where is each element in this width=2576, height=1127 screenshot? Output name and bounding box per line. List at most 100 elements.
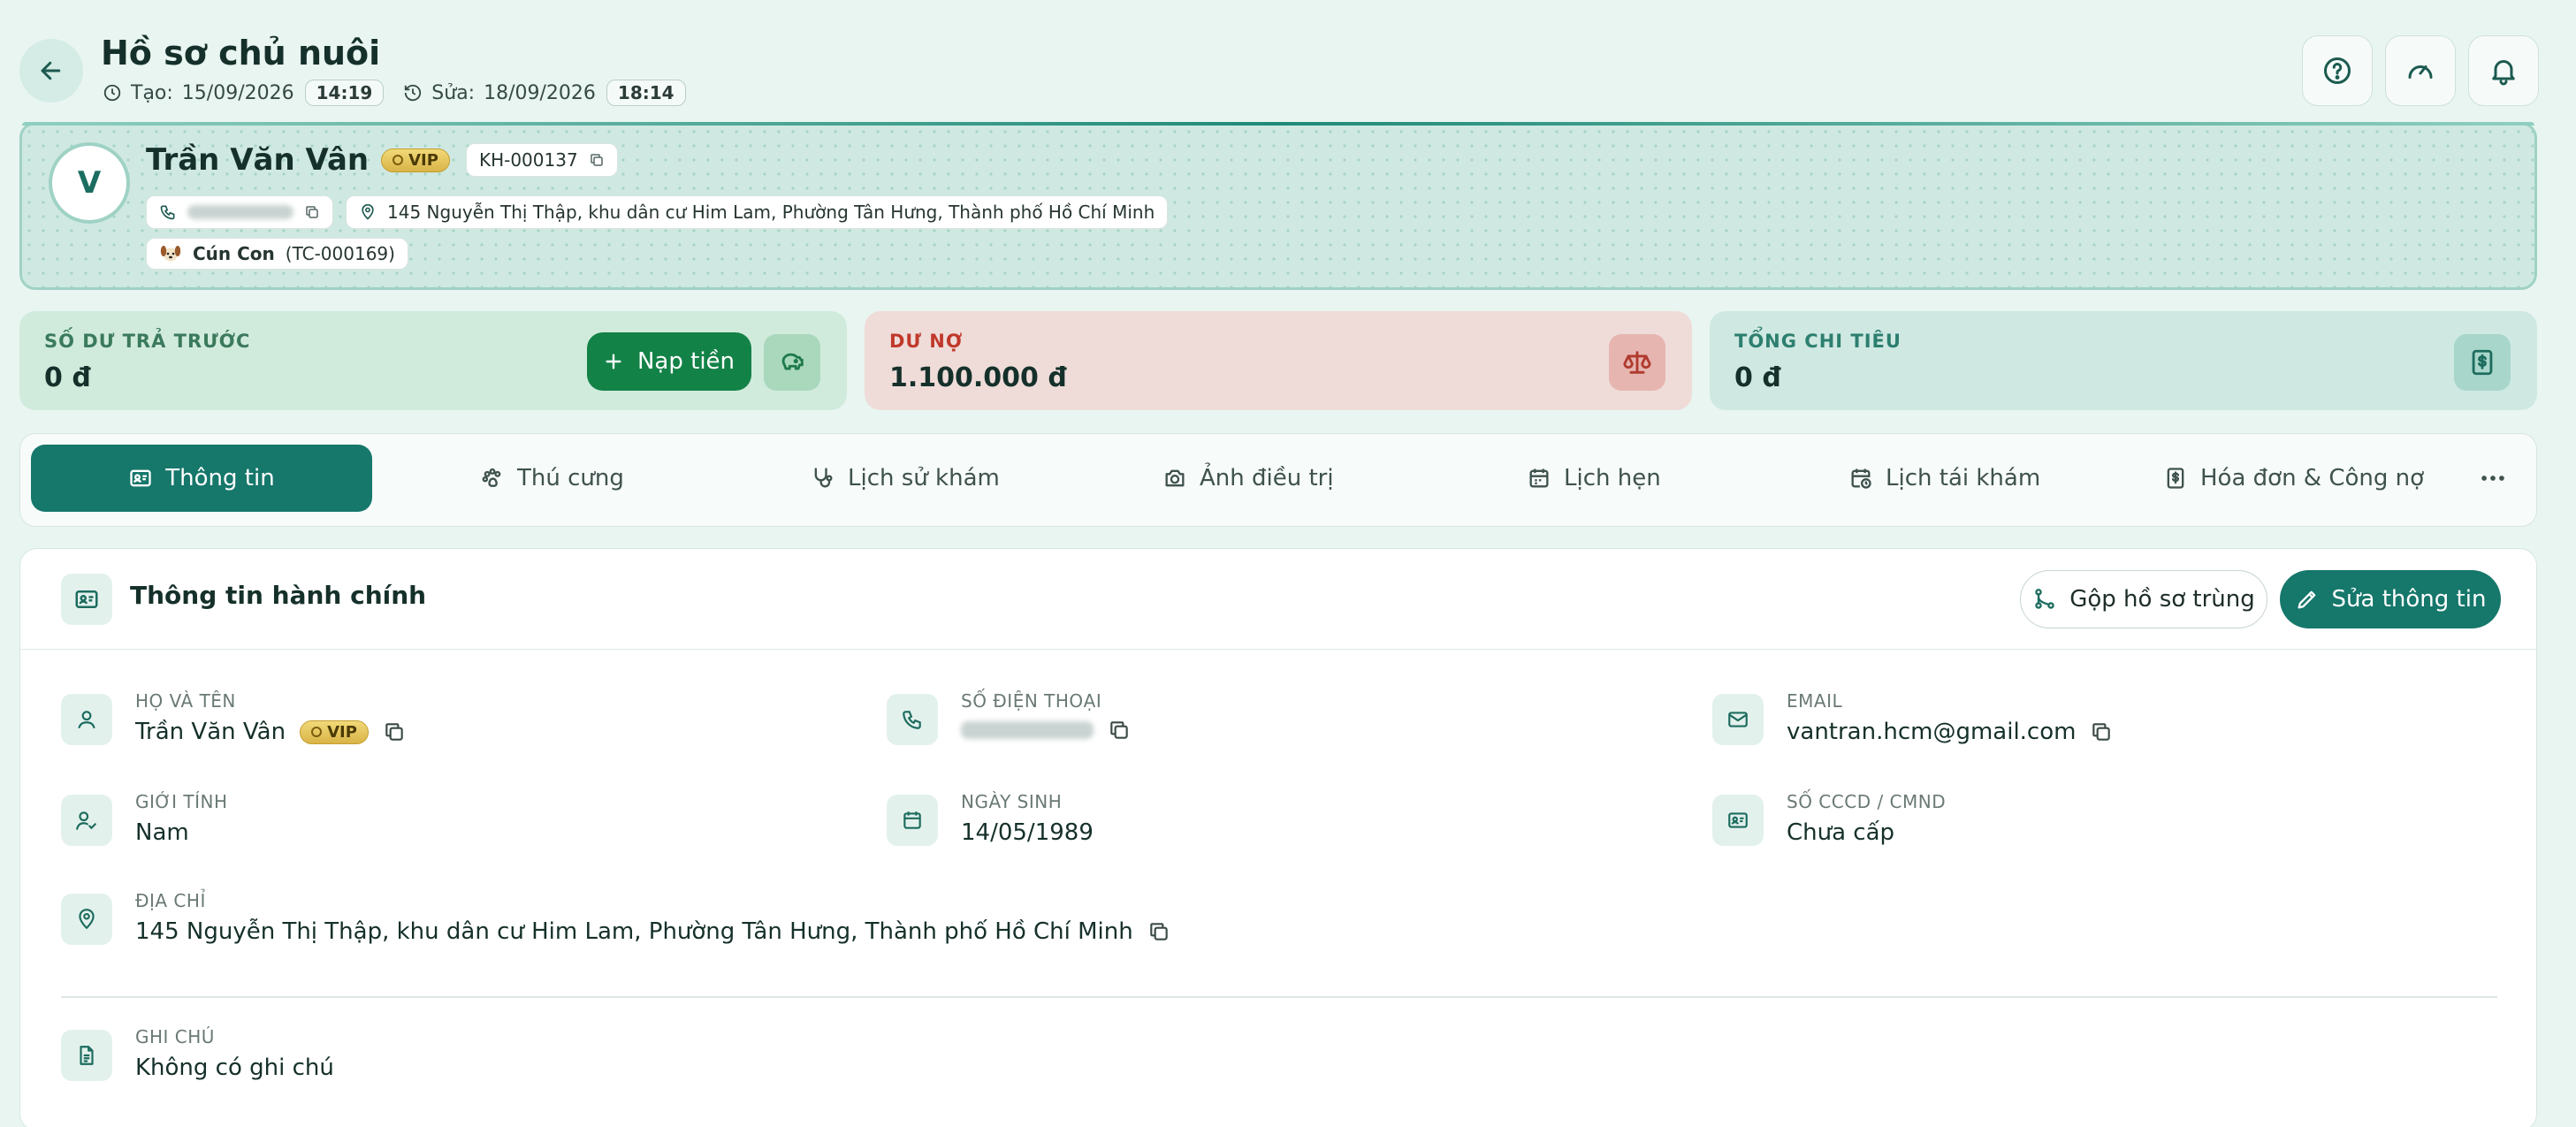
pet-name: Cún Con	[193, 243, 275, 264]
phone-chip	[146, 195, 333, 229]
address-text: 145 Nguyễn Thị Thập, khu dân cư Him Lam,…	[387, 202, 1155, 223]
calendar-icon	[1529, 468, 1549, 488]
pet-chip[interactable]: Cún Con (TC-000169)	[146, 238, 408, 270]
birthday-value: 14/05/1989	[961, 819, 1094, 846]
tab-treatment-photos[interactable]: Ảnh điều trị	[1162, 445, 1334, 512]
map-pin-icon	[61, 894, 112, 945]
debt-card: DƯ NỢ 1.100.000 đ	[865, 311, 1692, 410]
customer-code-chip: KH-000137	[465, 143, 618, 177]
calendar-icon	[887, 795, 938, 846]
gender-value: Nam	[135, 819, 189, 846]
address-value: 145 Nguyễn Thị Thập, khu dân cư Him Lam,…	[135, 918, 1170, 945]
copy-icon[interactable]	[1108, 719, 1131, 742]
notifications-button[interactable]	[2468, 35, 2539, 106]
created-label: Tạo:	[131, 81, 173, 104]
created-time: 14:19	[304, 80, 385, 106]
id-card-icon	[61, 574, 112, 625]
tab-invoices[interactable]: Hóa đơn & Công nợ	[2163, 445, 2424, 512]
dog-icon	[160, 246, 181, 262]
copy-icon[interactable]	[589, 152, 605, 168]
prepaid-value: 0 đ	[44, 362, 91, 393]
receipt-dollar-icon	[2454, 334, 2511, 391]
id-number-label: SỐ CCCD / CMND	[1787, 791, 1947, 812]
help-icon	[2324, 57, 2351, 84]
tab-exam-history[interactable]: Lịch sử khám	[811, 445, 1000, 512]
edited-label: Sửa:	[431, 81, 476, 104]
more-horizontal-icon	[2481, 476, 2504, 481]
copy-icon[interactable]	[1147, 920, 1170, 943]
copy-icon[interactable]	[383, 720, 406, 743]
total-value: 0 đ	[1734, 362, 1781, 393]
debt-label: DƯ NỢ	[889, 331, 964, 352]
tab-pets[interactable]: Thú cưng	[480, 445, 624, 512]
copy-icon[interactable]	[304, 204, 320, 220]
note-value: Không có ghi chú	[135, 1055, 334, 1081]
total-spending-card: TỔNG CHI TIÊU 0 đ	[1710, 311, 2537, 410]
created-date: 15/09/2026	[181, 81, 294, 104]
copy-icon[interactable]	[2090, 720, 2113, 743]
bell-icon	[2492, 60, 2515, 86]
back-button[interactable]	[19, 39, 83, 103]
invoice-icon	[2167, 468, 2184, 489]
tab-info[interactable]: Thông tin	[31, 445, 372, 512]
address-label: ĐỊA CHỈ	[135, 890, 206, 911]
address-chip: 145 Nguyễn Thị Thập, khu dân cư Him Lam,…	[346, 195, 1169, 229]
topup-button[interactable]: Nạp tiền	[587, 332, 751, 391]
customer-code: KH-000137	[478, 149, 578, 171]
calendar-clock-icon	[1851, 468, 1871, 489]
customer-name: Trần Văn Vân	[146, 142, 370, 178]
phone-icon	[160, 205, 175, 220]
edit-info-button[interactable]: Sửa thông tin	[2280, 570, 2501, 628]
help-button[interactable]	[2302, 35, 2373, 106]
full-name-value: Trần Văn Vân VIP	[135, 719, 406, 745]
mail-icon	[1712, 694, 1764, 745]
edited-time: 18:14	[606, 80, 686, 106]
clock-icon	[103, 84, 121, 102]
email-value: vantran.hcm@gmail.com	[1787, 719, 2113, 745]
stethoscope-icon	[814, 468, 833, 488]
id-number-value: Chưa cấp	[1787, 819, 1895, 846]
debt-value: 1.100.000 đ	[889, 362, 1067, 393]
phone-blurred	[187, 205, 293, 219]
id-card-icon	[1712, 795, 1764, 846]
phone-value	[961, 719, 1131, 742]
piggy-bank-icon	[764, 334, 820, 391]
camera-icon	[1165, 469, 1185, 487]
arrow-left-icon	[41, 61, 61, 80]
avatar: V	[49, 142, 130, 224]
merge-icon	[2035, 589, 2054, 609]
tab-follow-ups[interactable]: Lịch tái khám	[1848, 445, 2040, 512]
record-meta: Tạo: 15/09/2026 14:19 Sửa: 18/09/2026 18…	[103, 80, 686, 106]
gauge-icon	[2408, 65, 2433, 79]
plus-icon	[606, 354, 621, 369]
section-divider	[61, 996, 2497, 998]
more-tabs-button[interactable]	[2478, 445, 2508, 512]
phone-blurred	[961, 721, 1094, 739]
edited-date: 18/09/2026	[484, 81, 596, 104]
phone-icon	[887, 694, 938, 745]
map-pin-icon	[362, 203, 374, 220]
page-title: Hồ sơ chủ nuôi	[101, 34, 381, 72]
dashboard-button[interactable]	[2385, 35, 2456, 106]
admin-info-panel: Thông tin hành chính Gộp hồ sơ trùng Sửa…	[19, 548, 2537, 1127]
prepaid-balance-card: SỐ DƯ TRẢ TRƯỚC 0 đ Nạp tiền	[19, 311, 847, 410]
merge-duplicates-button[interactable]: Gộp hồ sơ trùng	[2020, 570, 2267, 628]
user-icon	[61, 694, 112, 745]
vip-badge: VIP	[381, 148, 450, 172]
tab-bar: Thông tin Thú cưng Lịch sử khám Ảnh điều…	[19, 433, 2537, 527]
gender-label: GIỚI TÍNH	[135, 791, 228, 812]
full-name-label: HỌ VÀ TÊN	[135, 690, 236, 712]
note-label: GHI CHÚ	[135, 1026, 215, 1047]
tab-appointments[interactable]: Lịch hẹn	[1527, 445, 1661, 512]
paw-icon	[482, 468, 501, 487]
pencil-icon	[2298, 590, 2315, 609]
panel-header: Thông tin hành chính Gộp hồ sơ trùng Sửa…	[20, 549, 2536, 650]
file-text-icon	[61, 1030, 112, 1081]
panel-title: Thông tin hành chính	[130, 581, 427, 610]
vip-badge: VIP	[300, 720, 369, 744]
history-icon	[405, 84, 422, 102]
user-check-icon	[61, 795, 112, 846]
prepaid-label: SỐ DƯ TRẢ TRƯỚC	[44, 331, 251, 352]
birthday-label: NGÀY SINH	[961, 791, 1063, 812]
phone-label: SỐ ĐIỆN THOẠI	[961, 690, 1102, 712]
